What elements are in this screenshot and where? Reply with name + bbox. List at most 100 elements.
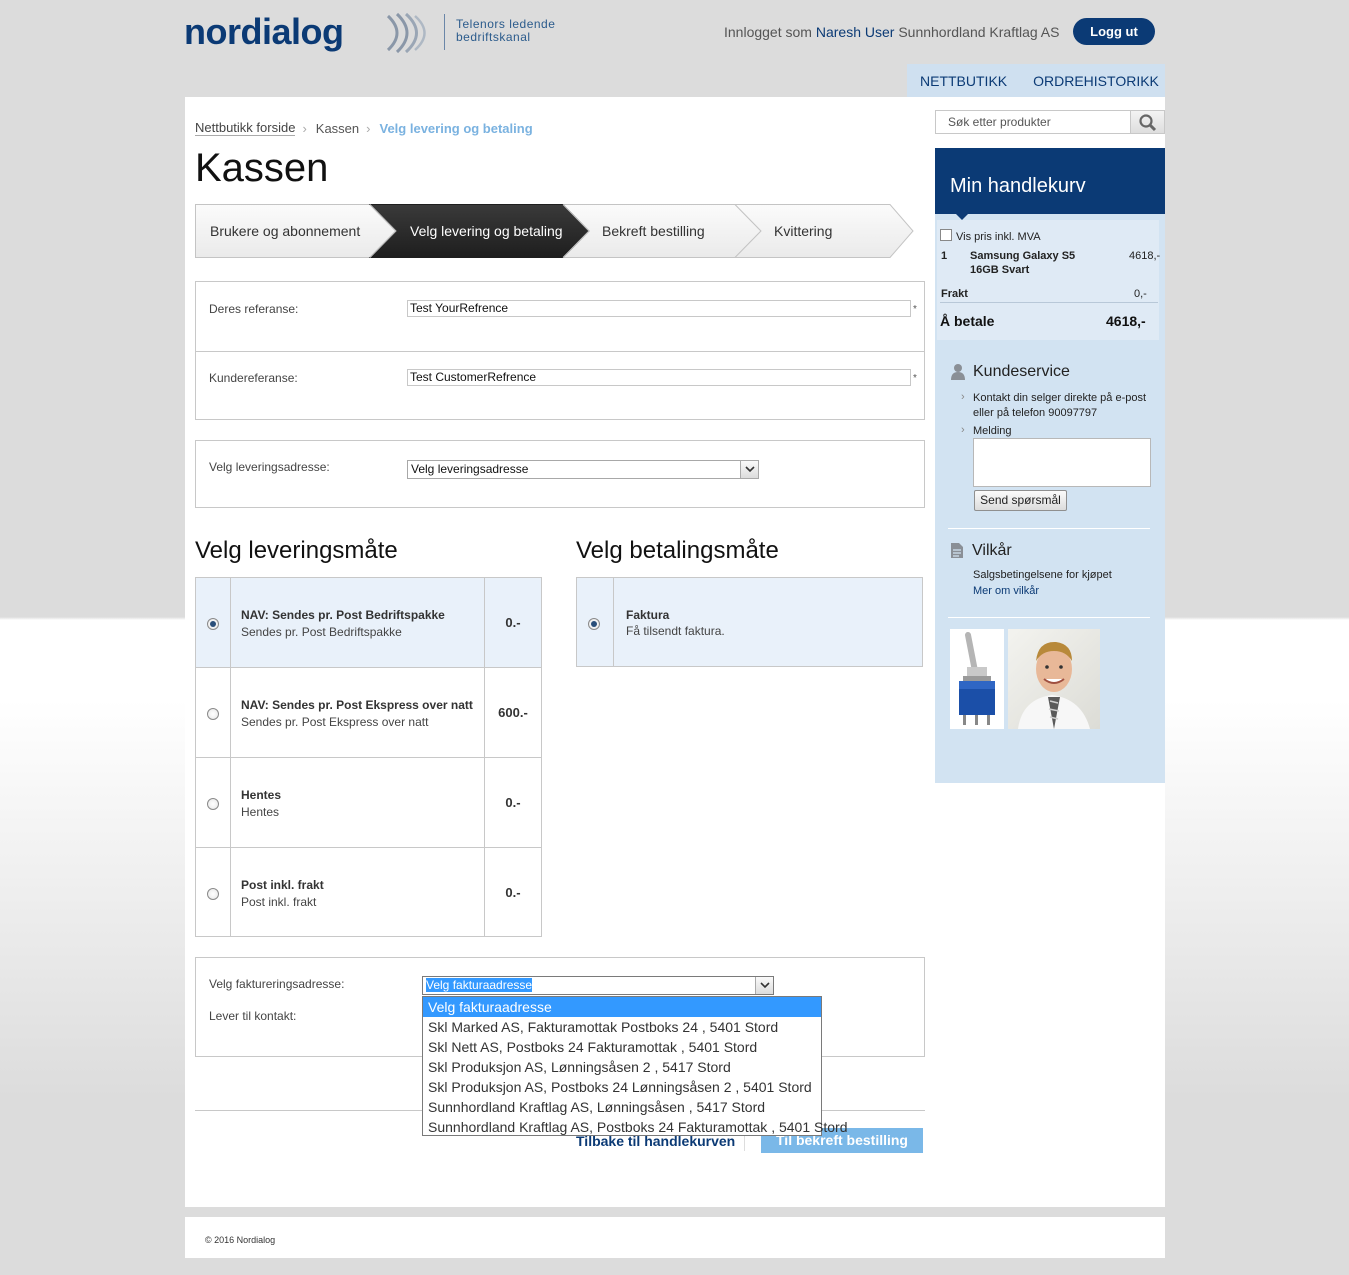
option-title: NAV: Sendes pr. Post Bedriftspakke: [241, 608, 445, 622]
option-price: 0.-: [484, 758, 541, 847]
required-mark: *: [913, 373, 917, 384]
option-title: Hentes: [241, 788, 282, 802]
total-label: Å betale: [940, 313, 995, 329]
radio-cell: [196, 758, 231, 847]
dropdown-option[interactable]: Sunnhordland Kraftlag AS, Postboks 24 Fa…: [423, 1117, 847, 1137]
cart-item-variant: 16GB Svart: [970, 264, 1030, 276]
login-info: Innlogget som Naresh User Sunnhordland K…: [724, 24, 1059, 40]
nav-item-ordrehistorikk[interactable]: ORDREHISTORIKK: [1020, 73, 1172, 89]
service-text2: eller på telefon 90097797: [973, 407, 1098, 419]
required-mark: *: [913, 304, 917, 315]
dropdown-option[interactable]: Skl Produksjon AS, Lønningsåsen 2 , 5417…: [423, 1057, 821, 1077]
tagline: Telenors ledende bedriftskanal: [456, 18, 555, 44]
shipping-title: Velg leveringsmåte: [195, 537, 398, 564]
option-subtitle: Sendes pr. Post Bedriftspakke: [241, 625, 402, 639]
dropdown-option[interactable]: Sunnhordland Kraftlag AS, Lønningsåsen ,…: [423, 1097, 821, 1117]
billing-address-select[interactable]: Velg fakturaadresse: [422, 976, 774, 995]
service-text1: Kontakt din selger direkte på e-post: [973, 392, 1147, 404]
service-title: Kundeservice: [973, 363, 1070, 380]
tagline-line2: bedriftskanal: [456, 30, 531, 44]
option-price: 0.-: [484, 578, 541, 667]
shipping-option[interactable]: Hentes Hentes 0.-: [196, 758, 541, 848]
chevron-right-icon: ›: [961, 391, 965, 403]
reference-label: Deres referanse:: [209, 302, 299, 316]
vat-checkbox[interactable]: [940, 229, 952, 241]
option-title: NAV: Sendes pr. Post Ekspress over natt: [241, 698, 473, 712]
breadcrumb-item-kassen[interactable]: Kassen: [316, 121, 359, 136]
radio-cell: [196, 578, 231, 667]
shipping-label: Frakt: [941, 288, 968, 300]
logo-divider: [444, 14, 445, 50]
option-title: Post inkl. frakt: [241, 878, 324, 892]
breadcrumb-item-forside[interactable]: Nettbutikk forside: [195, 120, 296, 136]
toggle-switch-icon: [959, 632, 995, 725]
step-levering-active: Velg levering og betaling: [410, 223, 563, 239]
user-icon: [951, 364, 965, 380]
terms-title: Vilkår: [972, 542, 1012, 559]
toggle-switch-image[interactable]: [950, 629, 1004, 729]
dropdown-option[interactable]: Skl Produksjon AS, Postboks 24 Lønningså…: [423, 1077, 821, 1097]
divider: [940, 302, 1158, 303]
top-nav: NETTBUTIKK ORDREHISTORIKK: [907, 64, 1165, 97]
radio-button[interactable]: [207, 888, 219, 900]
chevron-down-icon[interactable]: [755, 977, 773, 994]
radio-button-selected[interactable]: [207, 618, 219, 630]
step-brukere[interactable]: Brukere og abonnement: [210, 223, 360, 239]
shipping-option[interactable]: NAV: Sendes pr. Post Bedriftspakke Sende…: [196, 578, 541, 668]
login-prefix: Innlogget som: [724, 24, 812, 40]
send-question-button[interactable]: Send spørsmål: [974, 490, 1067, 511]
step-kvittering: Kvittering: [774, 223, 833, 239]
shipping-option[interactable]: Post inkl. frakt Post inkl. frakt 0.-: [196, 848, 541, 936]
shipping-options: NAV: Sendes pr. Post Bedriftspakke Sende…: [195, 577, 542, 937]
cart-item-qty: 1: [941, 250, 948, 262]
cart-title: Min handlekurv: [935, 148, 1165, 214]
document-icon: [951, 543, 963, 558]
chevron-down-icon[interactable]: [740, 461, 758, 478]
person-icon: [1018, 641, 1090, 729]
logo[interactable]: nordialog: [184, 10, 426, 54]
search-input[interactable]: Søk etter produkter: [935, 110, 1131, 134]
radio-cell: [577, 578, 614, 666]
cart-item-price: 4618,-: [1129, 250, 1161, 262]
reference-input[interactable]: Test YourRefrence: [407, 300, 911, 317]
chevron-right-icon: ›: [366, 120, 371, 136]
customer-ref-input[interactable]: Test CustomerRefrence: [407, 369, 911, 386]
payment-option[interactable]: Faktura Få tilsendt faktura.: [576, 577, 923, 667]
user-name[interactable]: Naresh User: [816, 24, 895, 40]
radio-cell: [196, 668, 231, 757]
radio-button[interactable]: [207, 708, 219, 720]
cart-item-name[interactable]: Samsung Galaxy S5: [970, 250, 1075, 262]
option-subtitle: Sendes pr. Post Ekspress over natt: [241, 715, 429, 729]
dropdown-option[interactable]: Skl Marked AS, Fakturamottak Postboks 24…: [423, 1017, 821, 1037]
search-button[interactable]: [1130, 110, 1165, 134]
footer: [185, 1217, 1165, 1258]
copyright: © 2016 Nordialog: [205, 1235, 276, 1245]
delivery-address-select[interactable]: Velg leveringsadresse: [407, 460, 759, 479]
customer-ref-label: Kundereferanse:: [209, 371, 298, 385]
step-bekreft: Bekreft bestilling: [602, 223, 705, 239]
nav-item-nettbutikk[interactable]: NETTBUTIKK: [907, 73, 1020, 89]
billing-address-dropdown[interactable]: Velg fakturaadresse Skl Marked AS, Faktu…: [422, 996, 847, 1137]
divider: [948, 617, 1150, 618]
breadcrumb: Nettbutikk forside › Kassen › Velg lever…: [195, 120, 533, 136]
shipping-option[interactable]: NAV: Sendes pr. Post Ekspress over natt …: [196, 668, 541, 758]
terms-link[interactable]: Mer om vilkår: [973, 585, 1039, 597]
chevron-right-icon: ›: [961, 424, 965, 436]
logout-button[interactable]: Logg ut: [1073, 18, 1155, 45]
chevron-right-icon: ›: [302, 120, 307, 136]
cart-notch: [955, 213, 969, 220]
page-title: Kassen: [195, 146, 329, 190]
radio-button-selected[interactable]: [588, 618, 600, 630]
dropdown-option[interactable]: Skl Nett AS, Postboks 24 Fakturamottak ,…: [423, 1037, 821, 1057]
logo-waves-icon: [386, 12, 426, 54]
radio-cell: [196, 848, 231, 936]
shipping-price: 0,-: [1134, 288, 1147, 300]
dropdown-option[interactable]: Velg fakturaadresse: [423, 997, 821, 1017]
radio-button[interactable]: [207, 798, 219, 810]
customer-service-photo[interactable]: [1008, 629, 1100, 729]
option-subtitle: Hentes: [241, 805, 280, 819]
total-price: 4618,-: [1106, 313, 1146, 329]
option-subtitle: Få tilsendt faktura.: [626, 624, 725, 638]
message-textarea[interactable]: [973, 438, 1151, 487]
logo-text: nordialog: [184, 11, 344, 52]
